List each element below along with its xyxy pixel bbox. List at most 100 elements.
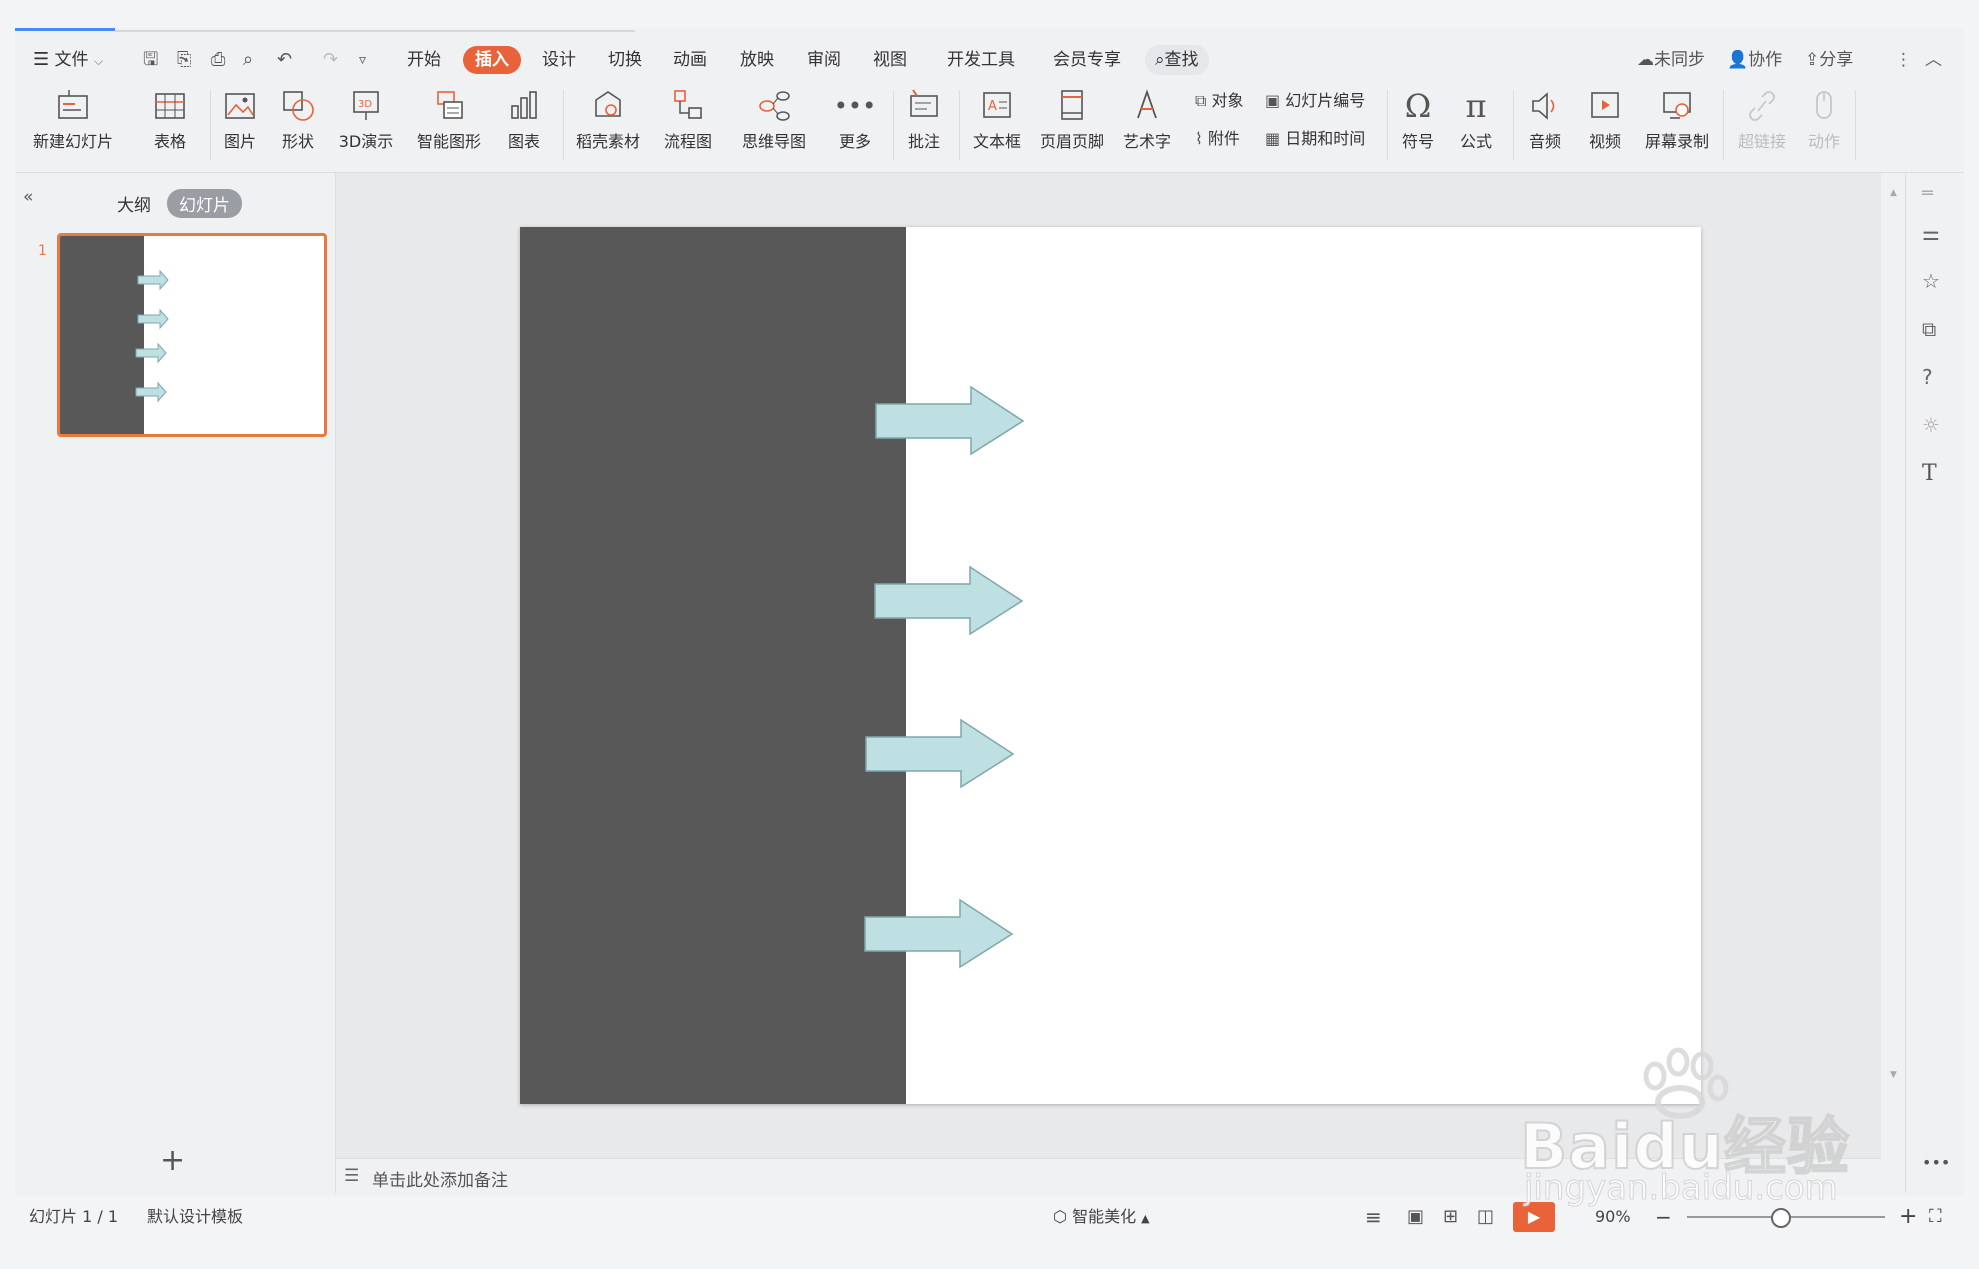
star-icon[interactable]: ☆ (1922, 269, 1948, 295)
hyperlink-button[interactable]: 超链接 (1729, 82, 1795, 172)
customize-toolbar-icon[interactable]: ▿ (359, 40, 366, 80)
ribbon-divider (893, 90, 894, 160)
flowchart-button[interactable]: 流程图 (655, 82, 721, 172)
svg-text:3D: 3D (358, 99, 372, 110)
action-button[interactable]: 动作 (1801, 82, 1847, 172)
lightbulb-icon[interactable]: ☼ (1922, 413, 1948, 439)
collab-button[interactable]: 👤协作 (1727, 40, 1782, 80)
slides-tab[interactable]: 幻灯片 (167, 189, 242, 218)
replace-icon[interactable]: ⧉ (1922, 317, 1948, 343)
slide[interactable] (520, 227, 1701, 1104)
more-vertical-icon[interactable]: ⋮ (1895, 40, 1912, 80)
textbox-icon: A (983, 92, 1011, 118)
tab-transition[interactable]: 切换 (608, 40, 642, 80)
hamburger-icon: ☰ (33, 49, 50, 70)
wordart-button[interactable]: 艺术字 (1115, 82, 1179, 172)
more-label: 更多 (838, 132, 871, 151)
video-button[interactable]: 视频 (1579, 82, 1631, 172)
tab-member[interactable]: 会员专享 (1053, 40, 1121, 80)
more-button[interactable]: ••• 更多 (827, 82, 883, 172)
symbol-button[interactable]: Ω 符号 (1393, 82, 1443, 172)
scroll-up-icon[interactable]: ▲ (1890, 188, 1897, 198)
share-button[interactable]: ⇪分享 (1805, 40, 1853, 80)
flowchart-icon (674, 90, 702, 119)
smart-beautify-button[interactable]: ⬡ 智能美化 ▲ (1053, 1196, 1150, 1238)
textbox-button[interactable]: A 文本框 (965, 82, 1029, 172)
tab-home[interactable]: 开始 (407, 40, 441, 80)
print-icon[interactable]: ⎙ (211, 40, 225, 80)
arrow-shape-3[interactable] (865, 718, 1015, 789)
slide-thumbnail[interactable] (57, 233, 327, 437)
slide-panel: « 大纲 幻灯片 1 + (15, 173, 336, 1193)
table-button[interactable]: 表格 (145, 82, 195, 172)
watermark-url: jingyan.baidu.com (1524, 1168, 1839, 1209)
tab-design[interactable]: 设计 (542, 40, 576, 80)
reading-view-icon[interactable]: ◫ (1477, 1196, 1494, 1238)
tab-view[interactable]: 视图 (873, 40, 907, 80)
calendar-icon: ▦ (1265, 129, 1281, 148)
collapse-ribbon-icon[interactable]: ︿ (1925, 40, 1942, 80)
collapse-panel-icon[interactable]: « (23, 187, 33, 207)
new-slide-button[interactable]: 新建幻灯片 (25, 82, 121, 172)
wordart-icon (1137, 89, 1157, 119)
slide-number-button[interactable]: ▣ 幻灯片编号 (1265, 88, 1365, 114)
tab-animation[interactable]: 动画 (673, 40, 707, 80)
vertical-scrollbar[interactable]: ▲ ▼ (1886, 180, 1900, 1155)
3d-demo-button[interactable]: 3D 3D演示 (335, 82, 397, 172)
redo-icon[interactable]: ↷ (323, 40, 338, 80)
mindmap-label: 思维导图 (741, 132, 806, 151)
ribbon-divider (563, 90, 564, 160)
tab-developer[interactable]: 开发工具 (947, 40, 1015, 80)
object-button[interactable]: ⧉ 对象 (1195, 88, 1244, 114)
arrow-shape-1[interactable] (875, 385, 1025, 456)
sync-status[interactable]: ☁未同步 (1637, 40, 1705, 80)
outline-tab[interactable]: 大纲 (117, 191, 151, 216)
notes-toggle-icon[interactable]: ≡ (1365, 1196, 1382, 1238)
tab-indicator (15, 28, 115, 31)
arrow-shape-4[interactable] (864, 898, 1014, 969)
text-style-icon[interactable]: T (1922, 461, 1948, 487)
comment-button[interactable]: 批注 (899, 82, 949, 172)
docer-material-button[interactable]: 稻壳素材 (571, 82, 645, 172)
mindmap-button[interactable]: 思维导图 (731, 82, 817, 172)
save-icon[interactable]: 🖫 (143, 40, 158, 80)
arrow-shape-2[interactable] (874, 565, 1024, 636)
slide-number-icon: ▣ (1265, 91, 1281, 110)
ribbon-divider (959, 90, 960, 160)
undo-icon[interactable]: ↶ (277, 40, 292, 80)
picture-label: 图片 (223, 132, 256, 151)
shape-button[interactable]: 形状 (273, 82, 323, 172)
collab-label: 协作 (1748, 50, 1783, 70)
picture-button[interactable]: 图片 (215, 82, 265, 172)
search-button[interactable]: ⌕查找 (1145, 45, 1209, 75)
smart-graphic-button[interactable]: 智能图形 (409, 82, 489, 172)
object-icon: ⧉ (1195, 91, 1207, 110)
tab-insert[interactable]: 插入 (463, 46, 521, 74)
tab-slideshow[interactable]: 放映 (740, 40, 774, 80)
chart-label: 图表 (507, 132, 540, 151)
chart-button[interactable]: 图表 (499, 82, 549, 172)
audio-button[interactable]: 音频 (1519, 82, 1571, 172)
screen-record-label: 屏幕录制 (1644, 132, 1709, 151)
settings-sliders-icon[interactable]: ⚌ (1922, 221, 1948, 247)
screen-record-button[interactable]: 屏幕录制 (1639, 82, 1715, 172)
user-add-icon: 👤 (1727, 50, 1749, 70)
print-preview-icon[interactable]: ⌕ (243, 40, 253, 80)
date-time-button[interactable]: ▦ 日期和时间 (1265, 126, 1365, 152)
sorter-view-icon[interactable]: ⊞ (1443, 1196, 1458, 1238)
header-footer-button[interactable]: 页眉页脚 (1037, 82, 1107, 172)
normal-view-icon[interactable]: ▣ (1407, 1196, 1424, 1238)
attachment-button[interactable]: ⌇ 附件 (1195, 126, 1240, 152)
add-slide-button[interactable]: + (160, 1143, 185, 1178)
help-icon[interactable]: ? (1922, 365, 1948, 391)
template-name[interactable]: 默认设计模板 (147, 1196, 243, 1238)
tab-review[interactable]: 审阅 (807, 40, 841, 80)
formula-button[interactable]: π 公式 (1451, 82, 1501, 172)
format-painter-icon[interactable]: ⎘ (177, 40, 191, 80)
picture-icon (225, 93, 255, 119)
slide-thumbnail-preview (60, 236, 169, 434)
slide-number-label: 幻灯片编号 (1285, 91, 1366, 110)
file-menu[interactable]: ☰ 文件 ⌵ (33, 40, 103, 80)
menu-bar: ☰ 文件 ⌵ 🖫 ⎘ ⎙ ⌕ ↶ ↷ ▿ 开始 插入 设计 切换 动画 放映 审… (15, 40, 1964, 80)
notes-placeholder[interactable]: 单击此处添加备注 (372, 1166, 508, 1191)
